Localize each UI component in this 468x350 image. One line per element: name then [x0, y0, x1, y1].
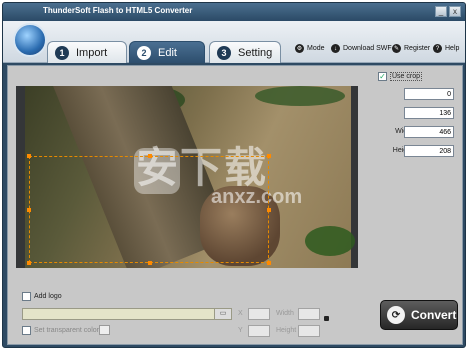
logo-y-input[interactable] [248, 325, 270, 337]
crop-x-input[interactable] [404, 88, 454, 100]
crop-width-input[interactable] [404, 126, 454, 138]
logo-x-label: X [238, 310, 243, 317]
tab-edit[interactable]: 2 Edit [129, 41, 205, 63]
add-logo-checkbox[interactable]: Add logo [22, 292, 62, 301]
crop-handle[interactable] [148, 261, 152, 265]
convert-label: Convert [411, 308, 457, 322]
crop-handle[interactable] [27, 261, 31, 265]
transparent-color-checkbox[interactable]: Set transparent color [22, 326, 99, 335]
browse-folder-icon[interactable]: ▭ [214, 308, 232, 320]
settings-icon: ⚙ [295, 44, 304, 53]
register-label: Register [404, 45, 431, 52]
tab-number: 1 [55, 45, 69, 60]
logo-height-input[interactable] [298, 325, 320, 337]
crop-width-row: Width [366, 126, 461, 138]
app-logo-icon [13, 23, 47, 57]
download-icon: ↓ [331, 44, 340, 53]
window-title: ThunderSoft Flash to HTML5 Converter [43, 6, 193, 15]
logo-x-input[interactable] [248, 308, 270, 320]
crop-handle[interactable] [27, 208, 31, 212]
help-icon: ? [433, 44, 442, 53]
checkbox-icon [22, 292, 31, 301]
app-window: ThunderSoft Flash to HTML5 Converter _ x… [2, 2, 466, 348]
tab-label: Edit [158, 46, 177, 59]
tab-label: Import [76, 46, 108, 59]
aspect-lock-icon[interactable] [324, 316, 329, 321]
register-link[interactable]: ✎ Register [392, 44, 430, 53]
crop-handle[interactable] [267, 261, 271, 265]
logo-width-label: Width [276, 310, 294, 317]
tab-label: Setting [238, 46, 273, 59]
checkbox-checked-icon: ✓ [378, 72, 387, 81]
close-button[interactable]: x [449, 6, 461, 17]
crop-y-row: Y [366, 107, 461, 119]
crop-handle[interactable] [27, 154, 31, 158]
mode-label: Mode [307, 45, 325, 52]
tab-number: 2 [137, 45, 151, 60]
key-icon: ✎ [392, 44, 401, 53]
title-bar: ThunderSoft Flash to HTML5 Converter _ x [3, 3, 465, 21]
toolbar: 1 Import 2 Edit 3 Setting ⚙ Mode ↓ Downl… [3, 21, 465, 63]
transparent-color-label: Set transparent color [34, 327, 99, 334]
logo-path-field[interactable] [22, 308, 232, 320]
use-crop-checkbox[interactable]: ✓ Use crop [378, 72, 423, 81]
minimize-button[interactable]: _ [435, 6, 447, 17]
crop-height-row: Height [366, 145, 461, 157]
crop-handle[interactable] [267, 154, 271, 158]
mode-link[interactable]: ⚙ Mode [295, 44, 325, 53]
crop-handle[interactable] [148, 154, 152, 158]
crop-handle[interactable] [267, 208, 271, 212]
logo-width-input[interactable] [298, 308, 320, 320]
video-preview: 安下载 anxz.com [16, 86, 358, 268]
logo-settings: Add logo ▭ Set transparent color X Y Wid… [8, 282, 464, 346]
crop-y-input[interactable] [404, 107, 454, 119]
tab-import[interactable]: 1 Import [47, 41, 127, 63]
color-picker-swatch[interactable] [99, 325, 110, 335]
foliage-shape [255, 86, 345, 106]
crop-x-row: X [366, 88, 461, 100]
help-link[interactable]: ? Help [433, 44, 459, 53]
convert-button[interactable]: ⟳ Convert [380, 300, 458, 330]
crop-rectangle[interactable] [27, 154, 271, 265]
convert-icon: ⟳ [387, 306, 405, 324]
foliage-shape [305, 226, 355, 256]
download-label: Download SWF [343, 45, 392, 52]
tab-setting[interactable]: 3 Setting [209, 41, 281, 63]
help-label: Help [445, 45, 460, 52]
logo-height-label: Height [276, 327, 297, 334]
use-crop-label: Use crop [390, 72, 423, 81]
tab-number: 3 [217, 45, 231, 60]
edit-panel: 安下载 anxz.com ✓ Use crop X [7, 65, 463, 345]
checkbox-icon [22, 326, 31, 335]
logo-y-label: Y [238, 327, 243, 334]
crop-height-input[interactable] [404, 145, 454, 157]
download-swf-link[interactable]: ↓ Download SWF [331, 44, 392, 53]
add-logo-label: Add logo [34, 293, 62, 300]
